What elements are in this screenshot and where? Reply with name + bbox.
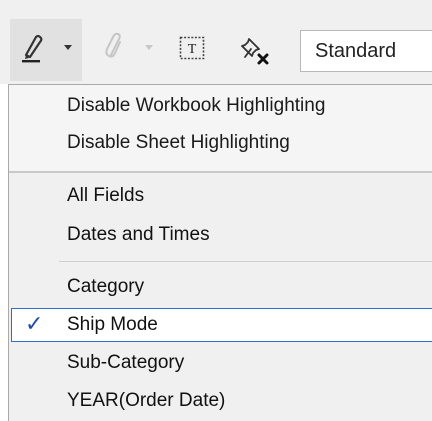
menu-item-sub-category[interactable]: Sub-Category [67, 352, 184, 374]
paperclip-icon [102, 30, 128, 64]
text-box-icon[interactable]: T [178, 34, 206, 62]
menu-item-year-order-date[interactable]: YEAR(Order Date) [67, 390, 225, 412]
app-window: T Standard Disable Workbook Highlighting… [0, 0, 432, 421]
mark-type-value: Standard [315, 39, 397, 62]
menu-item-all-fields[interactable]: All Fields [67, 185, 144, 207]
text-box-glyph: T [188, 42, 197, 57]
menu-item-disable-sheet-highlighting[interactable]: Disable Sheet Highlighting [67, 132, 290, 154]
menu-separator [9, 171, 432, 173]
checkmark-icon: ✓ [25, 311, 44, 336]
menu-item-dates-and-times[interactable]: Dates and Times [67, 224, 210, 246]
pin-clear-icon[interactable] [236, 30, 274, 66]
highlighter-pen-icon[interactable] [18, 32, 48, 64]
toolbar: T Standard [0, 0, 432, 88]
left-edge [0, 84, 8, 421]
menu-item-category[interactable]: Category [67, 276, 144, 298]
menu-separator [59, 261, 432, 262]
chevron-down-icon-disabled [143, 42, 155, 54]
menu-item-ship-mode[interactable]: Ship Mode [67, 314, 158, 336]
mark-type-select[interactable]: Standard [300, 30, 432, 72]
chevron-down-icon[interactable] [62, 42, 74, 54]
menu-item-disable-workbook-highlighting[interactable]: Disable Workbook Highlighting [67, 95, 325, 117]
highlight-dropdown-menu: Disable Workbook Highlighting Disable Sh… [8, 84, 432, 421]
